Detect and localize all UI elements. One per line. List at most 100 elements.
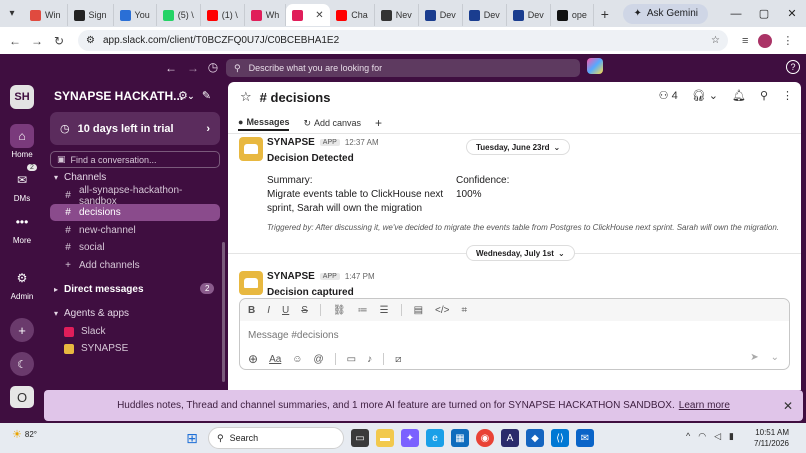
tab-messages[interactable]: ● Messages — [238, 115, 290, 131]
copilot-icon[interactable]: ✦ — [401, 429, 419, 447]
browser-tab[interactable]: You — [114, 4, 157, 26]
compose-icon[interactable]: ✎ — [202, 89, 211, 102]
send-options-icon[interactable]: ⌄ — [771, 352, 779, 363]
edge-icon[interactable]: e — [426, 429, 444, 447]
sidebar-app-slack[interactable]: Slack — [50, 323, 220, 340]
date-divider-pill[interactable]: Tuesday, June 23rd ⌄ — [466, 139, 571, 155]
message-timestamp[interactable]: 1:47 PM — [345, 272, 375, 281]
bookmark-star-icon[interactable]: ☆ — [711, 35, 720, 46]
dark-mode-icon[interactable]: ☾ — [10, 352, 34, 376]
blockquote-icon[interactable]: ▤ — [414, 305, 423, 316]
new-tab-button[interactable]: + — [594, 6, 616, 22]
tab-search-icon[interactable]: ▾ — [0, 8, 24, 19]
slack-search-bar[interactable]: ⚲ Describe what you are looking for — [226, 59, 580, 77]
italic-icon[interactable]: I — [267, 305, 270, 316]
sidebar-scrollbar[interactable] — [222, 242, 225, 382]
history-forward-icon[interactable]: → — [183, 61, 203, 75]
message-timestamp[interactable]: 12:37 AM — [345, 138, 379, 147]
members-button[interactable]: ⚇ 4 — [659, 89, 678, 102]
ask-gemini-button[interactable]: ✦ Ask Gemini — [623, 3, 708, 24]
browser-tab[interactable]: (5) \ — [157, 4, 201, 26]
browser-tab[interactable]: Sign — [68, 4, 114, 26]
emoji-icon[interactable]: ☺ — [292, 354, 302, 365]
mention-icon[interactable]: @ — [314, 354, 324, 365]
start-icon[interactable]: ⊞ — [183, 429, 201, 447]
task-view-icon[interactable]: ▭ — [351, 429, 369, 447]
help-icon[interactable]: ? — [786, 60, 800, 74]
notifications-bell-icon[interactable]: 🔔︎ — [732, 89, 746, 102]
tray-chevron-up-icon[interactable]: ^ — [686, 431, 690, 442]
strikethrough-icon[interactable]: S — [301, 305, 308, 316]
close-window-button[interactable]: ✕ — [778, 7, 806, 20]
rail-more[interactable]: ••• More — [0, 210, 44, 245]
settings-icon[interactable]: ⚙ — [178, 89, 188, 102]
trial-banner[interactable]: ◷ 10 days left in trial › — [50, 112, 220, 145]
browser-menu-icon[interactable]: ⋮ — [782, 34, 793, 47]
volume-icon[interactable]: ◁ — [714, 431, 721, 442]
close-icon[interactable]: ✕ — [783, 399, 793, 413]
browser-tab[interactable]: ope — [551, 4, 594, 26]
rail-home[interactable]: ⌂ Home — [0, 124, 44, 159]
channel-title[interactable]: # decisions — [260, 90, 331, 105]
battery-icon[interactable]: ▮ — [729, 431, 734, 442]
reload-icon[interactable]: ↻ — [48, 34, 70, 48]
tab-add-canvas[interactable]: ↻ Add canvas — [303, 115, 361, 131]
app-a-icon[interactable]: A — [501, 429, 519, 447]
text-format-icon[interactable]: Aa — [269, 354, 281, 365]
bold-icon[interactable]: B — [248, 305, 255, 316]
browser-tab[interactable]: Dev — [507, 4, 551, 26]
tab-search-icon[interactable]: ≡ — [742, 35, 748, 47]
workspace-icon[interactable]: SH — [10, 85, 34, 109]
store-icon[interactable]: ▦ — [451, 429, 469, 447]
sidebar-channel-decisions[interactable]: # decisions — [50, 204, 220, 221]
sender-name[interactable]: SYNAPSE — [267, 271, 315, 282]
channel-search-icon[interactable]: ⚲ — [760, 89, 768, 102]
underline-icon[interactable]: U — [282, 305, 289, 316]
forward-icon[interactable]: → — [26, 34, 48, 48]
microphone-icon[interactable]: ♪ — [367, 354, 372, 365]
synapse-avatar[interactable] — [239, 137, 263, 161]
apps-section-header[interactable]: ▾ Agents & apps — [54, 308, 129, 319]
vscode-icon[interactable]: ⟨⟩ — [551, 429, 569, 447]
message-input[interactable] — [248, 330, 728, 341]
minimize-button[interactable]: — — [722, 8, 750, 20]
user-avatar[interactable]: O — [10, 386, 34, 408]
weather-widget[interactable]: ☀ 82° — [12, 428, 37, 441]
sidebar-channel-all-synapse-hackathon-sandbox[interactable]: # all-synapse-hackathon-sandbox — [50, 185, 220, 207]
browser-tab[interactable]: (1) \ — [201, 4, 245, 26]
video-icon[interactable]: ▭ — [347, 354, 356, 365]
star-channel-icon[interactable]: ☆ — [240, 89, 252, 105]
taskbar-search[interactable]: ⚲ Search — [208, 427, 344, 449]
browser-tab[interactable]: ✕ — [286, 4, 331, 26]
url-field[interactable]: ⚙ app.slack.com/client/T0BCZFQ0U7J/C0BCE… — [78, 30, 728, 51]
workspace-name-menu[interactable]: SYNAPSE HACKATH... ⌄ — [54, 89, 195, 103]
sidebar-channel-new-channel[interactable]: # new-channel — [50, 222, 220, 239]
bullet-list-icon[interactable]: ☰ — [380, 305, 389, 316]
huddle-headphones-icon[interactable]: 🎧︎ ⌄ — [692, 89, 718, 102]
more-options-icon[interactable]: ⋮ — [782, 89, 793, 102]
code-editor-icon[interactable]: ◆ — [526, 429, 544, 447]
tab-close-icon[interactable]: ✕ — [315, 10, 323, 21]
date-divider-pill[interactable]: Wednesday, July 1st ⌄ — [466, 245, 575, 261]
browser-tab[interactable]: Dev — [419, 4, 463, 26]
profile-avatar[interactable] — [758, 33, 773, 48]
code-block-icon[interactable]: ⌗ — [462, 305, 468, 316]
browser-tab[interactable]: Win — [24, 4, 68, 26]
send-icon[interactable]: ➤ — [750, 352, 758, 363]
browser-tab[interactable]: Wh — [245, 4, 287, 26]
history-clock-icon[interactable]: ◷ — [203, 60, 223, 74]
rail-admin[interactable]: ⚙ Admin — [0, 266, 44, 301]
wifi-icon[interactable]: ◠ — [698, 431, 706, 442]
attach-plus-icon[interactable]: ⊕ — [248, 352, 258, 366]
channels-section-header[interactable]: ▾ Channels — [54, 172, 106, 183]
file-explorer-icon[interactable]: ▬ — [376, 429, 394, 447]
sidebar-app-synapse[interactable]: SYNAPSE — [50, 340, 220, 357]
synapse-avatar[interactable] — [239, 271, 263, 295]
slash-command-icon[interactable]: ⧄ — [395, 354, 401, 365]
browser-tab[interactable]: Dev — [463, 4, 507, 26]
rail-dms[interactable]: ✉ DMs — [0, 168, 44, 203]
learn-more-link[interactable]: Learn more — [679, 400, 730, 411]
add-channels-button[interactable]: + Add channels — [50, 257, 220, 274]
browser-tab[interactable]: Nev — [375, 4, 419, 26]
back-icon[interactable]: ← — [4, 34, 26, 48]
